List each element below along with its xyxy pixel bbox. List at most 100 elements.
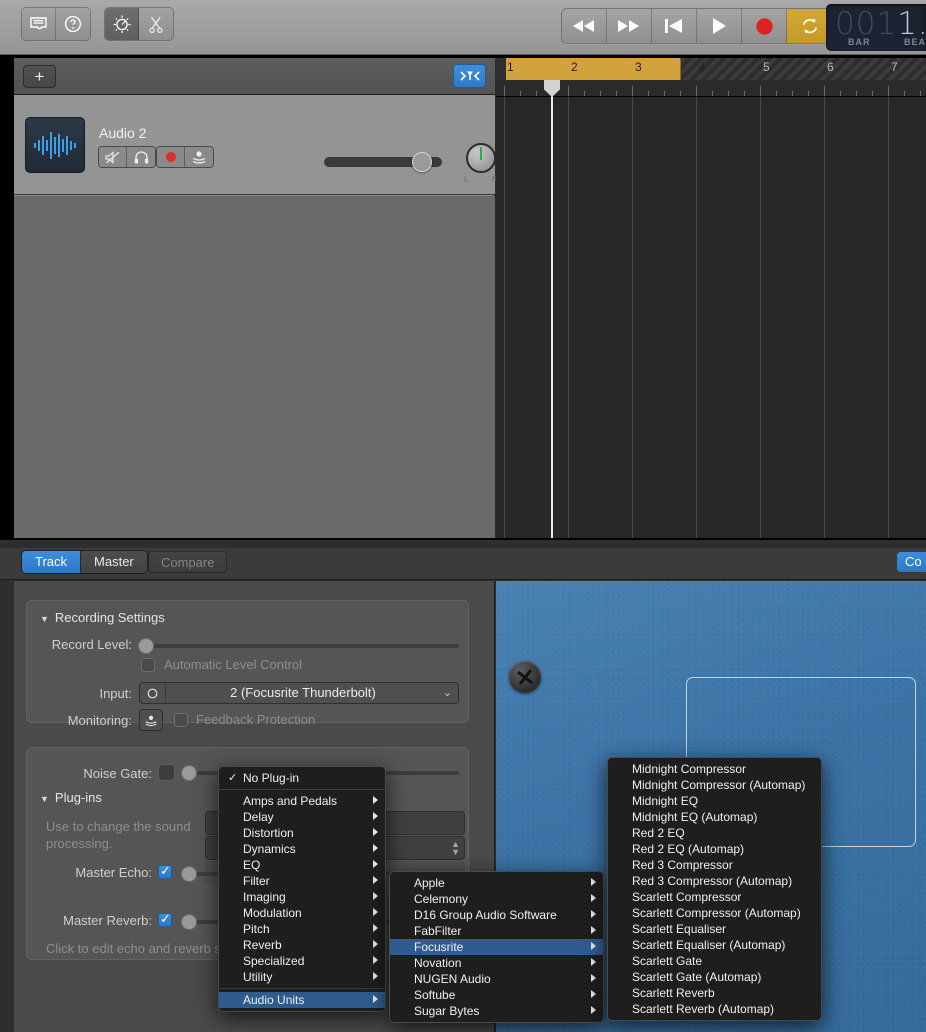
menu-item-utility[interactable]: Utility (219, 969, 385, 985)
playhead[interactable] (544, 80, 560, 538)
menu-item-label: Midnight EQ (Automap) (632, 810, 758, 824)
noise-gate-checkbox[interactable] (158, 764, 175, 781)
menu-item-eq[interactable]: EQ (219, 857, 385, 873)
menu-item-pitch[interactable]: Pitch (219, 921, 385, 937)
master-echo-knob[interactable] (182, 867, 196, 881)
record-enable-button[interactable] (157, 147, 185, 167)
menu-item-apple[interactable]: Apple (390, 875, 603, 891)
go-to-beginning-button[interactable] (652, 9, 697, 43)
ruler[interactable]: 1 2 3 4 5 6 7 (496, 58, 926, 80)
track-list-empty-area[interactable] (14, 196, 495, 538)
menu-item-scarlett-gate-automap[interactable]: Scarlett Gate (Automap) (608, 969, 821, 985)
master-echo-checkbox[interactable] (158, 863, 172, 879)
menu-item-scarlett-compressor[interactable]: Scarlett Compressor (608, 889, 821, 905)
menu-item-scarlett-reverb-automap[interactable]: Scarlett Reverb (Automap) (608, 1001, 821, 1017)
help-icon[interactable] (56, 8, 90, 40)
input-channel-mode-icon[interactable] (140, 683, 166, 703)
menu-item-focusrite[interactable]: Focusrite (390, 939, 603, 955)
menu-item-delay[interactable]: Delay (219, 809, 385, 825)
track-volume-thumb[interactable] (412, 152, 432, 172)
record-level-knob[interactable] (139, 639, 153, 653)
plugin-category-menu[interactable]: ✓ No Plug-in Amps and Pedals Delay Disto… (218, 766, 386, 1012)
menu-item-scarlett-compressor-automap[interactable]: Scarlett Compressor (Automap) (608, 905, 821, 921)
menu-item-scarlett-equaliser-automap[interactable]: Scarlett Equaliser (Automap) (608, 937, 821, 953)
menu-item-dynamics[interactable]: Dynamics (219, 841, 385, 857)
menu-item-amps-and-pedals[interactable]: Amps and Pedals (219, 793, 385, 809)
menu-item-softube[interactable]: Softube (390, 987, 603, 1003)
menu-item-imaging[interactable]: Imaging (219, 889, 385, 905)
track-mute-solo-group (99, 147, 155, 167)
menu-item-scarlett-gate[interactable]: Scarlett Gate (608, 953, 821, 969)
menu-item-no-plugin[interactable]: ✓ No Plug-in (219, 770, 385, 786)
manufacturer-submenu[interactable]: Apple Celemony D16 Group Audio Software … (389, 871, 604, 1023)
menu-item-specialized[interactable]: Specialized (219, 953, 385, 969)
menu-item-midnight-eq-automap[interactable]: Midnight EQ (Automap) (608, 809, 821, 825)
menu-item-modulation[interactable]: Modulation (219, 905, 385, 921)
monitoring-toggle-button[interactable] (139, 709, 163, 731)
menu-item-scarlett-equaliser[interactable]: Scarlett Equaliser (608, 921, 821, 937)
menu-item-red-2-eq[interactable]: Red 2 EQ (608, 825, 821, 841)
input-popup-button[interactable]: 2 (Focusrite Thunderbolt) ⌄ (139, 682, 459, 704)
solo-button[interactable] (127, 147, 155, 167)
cycle-region[interactable] (506, 58, 681, 80)
track-row[interactable]: Audio 2 L R (14, 95, 498, 195)
automatic-level-control-checkbox[interactable] (141, 658, 155, 672)
plugin-stepper-icon[interactable]: ▲ ▼ (451, 840, 460, 857)
track-filter-button[interactable] (453, 64, 486, 88)
menu-item-audio-units[interactable]: Audio Units (219, 992, 385, 1008)
timeline-grid[interactable] (496, 97, 926, 538)
noise-gate-knob[interactable] (182, 766, 196, 780)
menu-item-reverb[interactable]: Reverb (219, 937, 385, 953)
track-name-label[interactable]: Audio 2 (99, 125, 146, 141)
track-volume-slider[interactable] (324, 152, 442, 172)
menu-item-midnight-compressor[interactable]: Midnight Compressor (608, 761, 821, 777)
disclosure-triangle-icon[interactable]: ▼ (40, 614, 49, 624)
play-button[interactable] (697, 9, 742, 43)
tab-track[interactable]: Track (22, 551, 82, 573)
menu-item-distortion[interactable]: Distortion (219, 825, 385, 841)
menu-item-sugar-bytes[interactable]: Sugar Bytes (390, 1003, 603, 1019)
focusrite-plugins-submenu[interactable]: Midnight Compressor Midnight Compressor … (607, 757, 822, 1021)
menu-item-red-3-compressor[interactable]: Red 3 Compressor (608, 857, 821, 873)
feedback-protection-checkbox[interactable] (174, 713, 188, 727)
plugins-header[interactable]: ▼ Plug-ins (40, 790, 102, 805)
add-track-button[interactable]: + (23, 65, 56, 88)
menu-separator-2 (219, 988, 385, 989)
record-button[interactable] (742, 9, 787, 43)
mute-button[interactable] (99, 147, 127, 167)
menu-item-midnight-compressor-automap[interactable]: Midnight Compressor (Automap) (608, 777, 821, 793)
menu-item-novation[interactable]: Novation (390, 955, 603, 971)
tab-master[interactable]: Master (81, 551, 147, 573)
panel-right-button[interactable]: Co (897, 552, 926, 572)
menu-item-celemony[interactable]: Celemony (390, 891, 603, 907)
menu-item-filter[interactable]: Filter (219, 873, 385, 889)
track-pan-knob[interactable] (466, 143, 496, 173)
master-reverb-knob[interactable] (182, 915, 196, 929)
menu-item-nugen-audio[interactable]: NUGEN Audio (390, 971, 603, 987)
rewind-button[interactable] (562, 9, 607, 43)
library-icon[interactable] (22, 8, 56, 40)
scissors-icon[interactable] (139, 8, 173, 40)
feedback-protection-label: Feedback Protection (196, 712, 316, 727)
recording-settings-header[interactable]: ▼ Recording Settings (40, 610, 165, 625)
menu-item-label: EQ (243, 858, 261, 872)
menu-item-red-2-eq-automap[interactable]: Red 2 EQ (Automap) (608, 841, 821, 857)
menu-item-d16-group-audio-software[interactable]: D16 Group Audio Software (390, 907, 603, 923)
submenu-arrow-icon (591, 990, 596, 998)
menu-item-label: Imaging (243, 890, 286, 904)
menu-item-red-3-compressor-automap[interactable]: Red 3 Compressor (Automap) (608, 873, 821, 889)
bar-number-5: 5 (763, 60, 770, 74)
master-reverb-checkbox[interactable] (158, 911, 172, 927)
menu-item-scarlett-reverb[interactable]: Scarlett Reverb (608, 985, 821, 1001)
disclosure-triangle-icon-plugins[interactable]: ▼ (40, 794, 49, 804)
menu-item-fabfilter[interactable]: FabFilter (390, 923, 603, 939)
smart-controls-icon[interactable] (105, 8, 139, 40)
master-reverb-label: Master Reverb: (63, 913, 152, 928)
record-level-slider[interactable] (139, 639, 459, 653)
timeline-area[interactable]: 1 2 3 4 5 6 7 (496, 58, 926, 538)
menu-item-midnight-eq[interactable]: Midnight EQ (608, 793, 821, 809)
input-monitoring-button[interactable] (185, 147, 213, 167)
fast-forward-button[interactable] (607, 9, 652, 43)
compare-button[interactable]: Compare (148, 551, 228, 573)
lcd-display[interactable]: 0011. 4 BAR BEAT (826, 4, 926, 51)
